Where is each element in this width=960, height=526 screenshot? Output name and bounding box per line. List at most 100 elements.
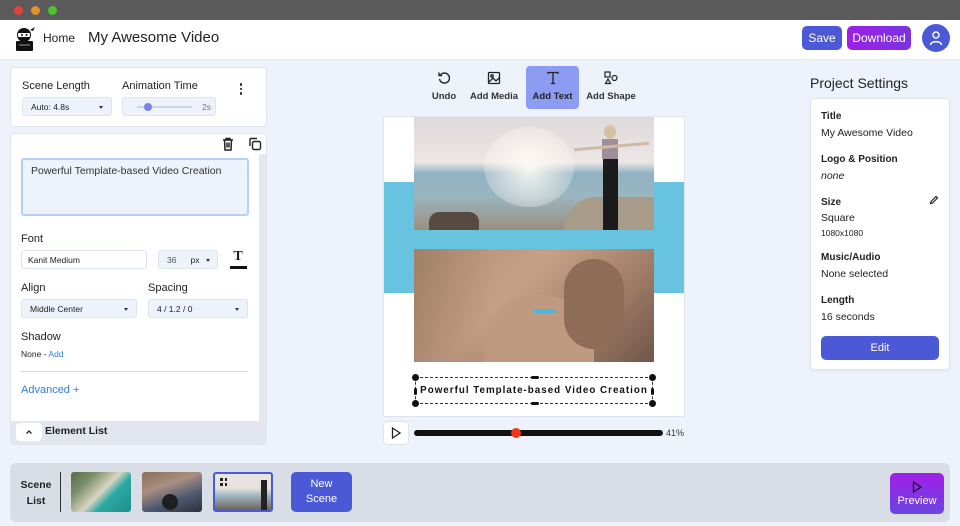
- length-label: Length: [821, 295, 855, 306]
- font-family-input[interactable]: Kanit Medium: [21, 250, 147, 269]
- resize-handle[interactable]: [651, 388, 654, 395]
- scene-list-label-line1: Scene: [20, 479, 52, 491]
- caption-text: Powerful Template-based Video Creation: [420, 385, 648, 396]
- add-text-button[interactable]: Add Text: [526, 66, 579, 109]
- size-label: Size: [821, 197, 842, 208]
- spacing-value: 4 / 1.2 / 0: [157, 303, 193, 314]
- chevron-up-icon: [26, 430, 32, 434]
- download-button[interactable]: Download: [847, 26, 911, 50]
- preview-button[interactable]: Preview: [890, 473, 944, 514]
- chevron-down-icon: [206, 258, 210, 262]
- trash-icon[interactable]: [222, 137, 234, 151]
- element-text-input[interactable]: [21, 158, 249, 216]
- beach-yoga-image[interactable]: [414, 117, 654, 230]
- scene-length-label: Scene Length: [22, 80, 90, 92]
- animation-time-value: 2s: [202, 102, 211, 112]
- caption-text-element[interactable]: Powerful Template-based Video Creation: [412, 374, 656, 407]
- divider: [60, 472, 61, 512]
- animation-time-slider[interactable]: 2s: [122, 97, 216, 116]
- video-canvas[interactable]: Powerful Template-based Video Creation: [383, 116, 685, 417]
- new-scene-line1: New: [310, 478, 333, 490]
- size-value: Square: [821, 212, 855, 224]
- add-shadow-link[interactable]: Add: [48, 349, 63, 359]
- resize-handle[interactable]: [414, 388, 417, 395]
- advanced-toggle[interactable]: Advanced +: [21, 384, 79, 396]
- resize-handle[interactable]: [531, 402, 539, 405]
- chevron-down-icon: [124, 307, 128, 311]
- resize-handle[interactable]: [412, 400, 419, 407]
- user-icon: [929, 31, 943, 46]
- avatar[interactable]: [922, 24, 950, 52]
- scene-thumbnail-person[interactable]: [142, 472, 202, 512]
- size-dimensions: 1080x1080: [821, 228, 864, 238]
- play-outline-icon: [912, 480, 922, 493]
- new-scene-line2: Scene: [305, 493, 338, 505]
- shadow-label: Shadow: [21, 331, 61, 343]
- font-size-select[interactable]: 36 px: [158, 250, 218, 269]
- new-scene-button[interactable]: New Scene: [291, 472, 352, 512]
- text-icon: [546, 71, 559, 85]
- playback-progress-thumb[interactable]: [511, 428, 522, 438]
- slider-thumb[interactable]: [144, 103, 152, 111]
- scene-thumbnail-beach-yoga[interactable]: [213, 472, 273, 512]
- scene-thumbnail-aerial-beach[interactable]: [71, 472, 131, 512]
- play-button[interactable]: [383, 421, 409, 445]
- pencil-icon[interactable]: [929, 195, 939, 205]
- element-list-label: Element List: [45, 425, 108, 437]
- save-button[interactable]: Save: [802, 26, 842, 50]
- animation-time-label: Animation Time: [122, 80, 198, 92]
- divider: [21, 371, 248, 372]
- playback-progress-bar[interactable]: [414, 428, 663, 438]
- window-minimize-button[interactable]: [31, 6, 40, 15]
- element-list-bar[interactable]: Element List: [11, 421, 266, 444]
- more-vertical-icon[interactable]: [239, 83, 243, 95]
- window-close-button[interactable]: [14, 6, 23, 15]
- element-list-toggle[interactable]: [16, 423, 42, 441]
- progress-label: 41%: [666, 428, 685, 438]
- window-maximize-button[interactable]: [48, 6, 57, 15]
- add-shape-button[interactable]: Add Shape: [585, 66, 637, 109]
- ninja-logo-icon[interactable]: [13, 26, 37, 52]
- project-title: My Awesome Video: [88, 29, 220, 46]
- align-label: Align: [21, 282, 46, 294]
- title-value: My Awesome Video: [821, 127, 913, 139]
- font-unit-value: px: [190, 254, 200, 265]
- align-select[interactable]: Middle Center: [21, 299, 137, 318]
- scene-list-label: Scene List: [20, 477, 52, 509]
- resize-handle[interactable]: [531, 376, 539, 379]
- shapes-icon: [604, 71, 618, 85]
- scene-length-select[interactable]: Auto: 4.8s: [22, 97, 112, 116]
- scene-settings-card: Scene Length Auto: 4.8s Animation Time 2…: [10, 67, 267, 127]
- edit-settings-button[interactable]: Edit: [821, 336, 939, 360]
- drag-handle-icon[interactable]: [220, 478, 227, 487]
- resize-handle[interactable]: [649, 374, 656, 381]
- add-media-label: Add Media: [469, 91, 519, 102]
- editor-scrollbar[interactable]: [259, 154, 266, 422]
- font-size-value: 36: [167, 254, 177, 265]
- align-value: Middle Center: [30, 303, 83, 314]
- resize-handle[interactable]: [412, 374, 419, 381]
- font-family-value: Kanit Medium: [28, 254, 80, 265]
- scene-length-value: Auto: 4.8s: [31, 101, 70, 112]
- preview-label: Preview: [897, 494, 937, 507]
- rocks-image[interactable]: [414, 249, 654, 362]
- undo-label: Undo: [431, 91, 457, 102]
- music-label: Music/Audio: [821, 252, 881, 263]
- image-icon: [487, 71, 501, 85]
- text-color-icon[interactable]: T: [228, 250, 248, 270]
- resize-handle[interactable]: [649, 400, 656, 407]
- spacing-label: Spacing: [148, 282, 188, 294]
- spacing-select[interactable]: 4 / 1.2 / 0: [148, 299, 248, 318]
- chevron-down-icon: [235, 307, 239, 311]
- play-icon: [391, 427, 401, 439]
- shadow-none-text: None -: [21, 349, 49, 359]
- add-media-button[interactable]: Add Media: [467, 66, 521, 109]
- length-value: 16 seconds: [821, 311, 875, 323]
- undo-button[interactable]: Undo: [424, 66, 464, 109]
- add-shape-label: Add Shape: [586, 91, 636, 102]
- window-titlebar: [0, 0, 960, 20]
- chevron-down-icon: [99, 105, 103, 109]
- copy-icon[interactable]: [248, 137, 262, 151]
- project-settings-heading: Project Settings: [810, 75, 909, 91]
- home-link[interactable]: Home: [43, 31, 75, 45]
